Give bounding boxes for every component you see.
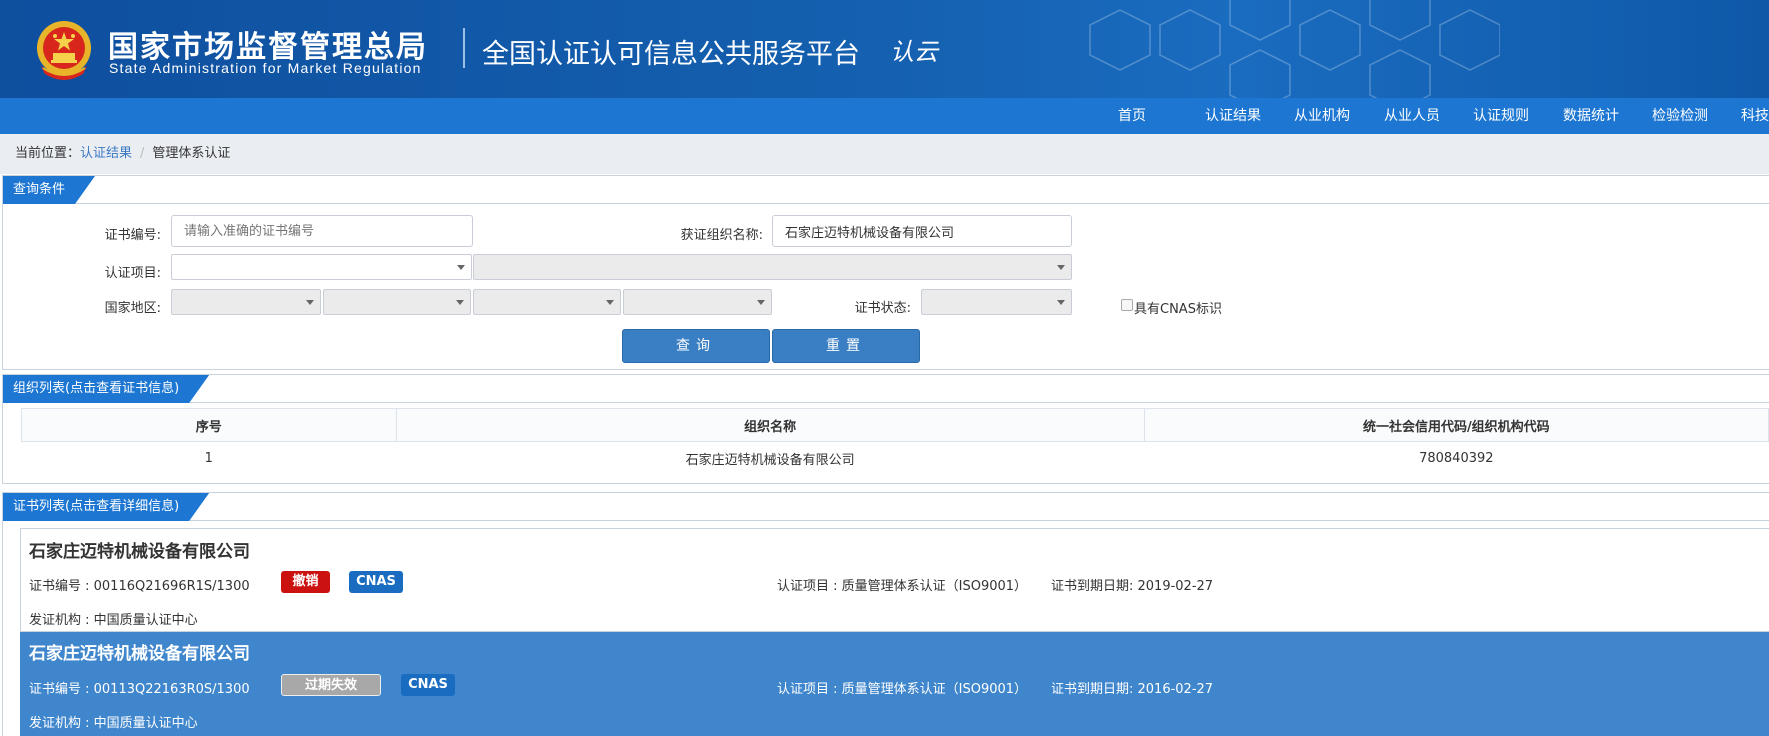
cert-project-label: 认证项目: — [104, 266, 161, 281]
cert-status-select[interactable] — [921, 289, 1072, 315]
chevron-down-icon — [456, 300, 464, 305]
org-list-panel-title: 组织列表(点击查看证书信息) — [3, 375, 209, 403]
cert-card[interactable]: 石家庄迈特机械设备有限公司 证书编号 : 00116Q21696R1S/1300… — [20, 528, 1769, 632]
national-emblem-icon — [37, 21, 91, 80]
org-list-panel-header: 组织列表(点击查看证书信息) — [3, 375, 1769, 403]
cnas-badge: CNAS — [401, 674, 455, 696]
platform-logo[interactable]: 认云 — [890, 32, 938, 67]
nav-item-testing[interactable]: 检验检测 — [1652, 98, 1708, 134]
chevron-down-icon — [757, 300, 765, 305]
status-badge-expired: 过期失效 — [281, 674, 381, 696]
cert-card-number: 证书编号 : 00113Q22163R0S/1300 — [29, 682, 250, 697]
org-list-panel: 组织列表(点击查看证书信息) 序号 组织名称 统一社会信用代码/组织机构代码 1… — [2, 374, 1769, 484]
cert-project-select[interactable] — [171, 254, 472, 280]
row-index: 1 — [21, 441, 397, 476]
chevron-down-icon — [457, 265, 465, 270]
reset-button[interactable]: 重置 — [772, 329, 920, 363]
cert-list-panel-title: 证书列表(点击查看详细信息) — [3, 493, 209, 521]
breadcrumb-link-cert-results[interactable]: 认证结果 — [80, 146, 132, 161]
region-label: 国家地区: — [104, 301, 161, 316]
cert-list-panel-header: 证书列表(点击查看详细信息) — [3, 493, 1769, 521]
chevron-down-icon — [606, 300, 614, 305]
nav-item-practitioners[interactable]: 从业人员 — [1384, 98, 1440, 134]
chevron-down-icon — [1057, 265, 1065, 270]
org-table-header-row: 序号 组织名称 统一社会信用代码/组织机构代码 — [21, 408, 1769, 442]
hexagon-pattern-icon — [1089, 0, 1500, 98]
search-button[interactable]: 查询 — [622, 329, 770, 363]
nav-item-statistics[interactable]: 数据统计 — [1563, 98, 1619, 134]
nav-item-cert-results[interactable]: 认证结果 — [1205, 98, 1261, 134]
column-header-credit-code: 统一社会信用代码/组织机构代码 — [1143, 408, 1769, 442]
platform-title: 全国认证认可信息公共服务平台 — [482, 39, 860, 70]
cert-card-expiry: 证书到期日期: 2016-02-27 — [1051, 682, 1214, 697]
region-country-select[interactable] — [171, 289, 321, 315]
cert-card-number: 证书编号 : 00116Q21696R1S/1300 — [29, 579, 250, 594]
row-org-name[interactable]: 石家庄迈特机械设备有限公司 — [396, 441, 1145, 476]
status-badge-revoked: 撤销 — [281, 571, 330, 593]
cert-card-issuer: 发证机构 : 中国质量认证中心 — [29, 716, 198, 731]
org-table: 序号 组织名称 统一社会信用代码/组织机构代码 1 石家庄迈特机械设备有限公司 … — [21, 408, 1769, 476]
region-district-select[interactable] — [623, 289, 772, 315]
region-province-select[interactable] — [323, 289, 471, 315]
column-header-index: 序号 — [21, 408, 397, 442]
cnas-badge: CNAS — [349, 571, 403, 593]
chevron-down-icon — [1057, 300, 1065, 305]
header-divider — [463, 28, 465, 68]
breadcrumb-prefix: 当前位置： — [15, 146, 81, 161]
org-name-en: State Administration for Market Regulati… — [109, 60, 422, 76]
cnas-checkbox-label: 具有CNAS标识 — [1134, 302, 1222, 317]
query-panel-header: 查询条件 — [3, 176, 1769, 204]
cert-no-input[interactable] — [171, 215, 473, 247]
chevron-down-icon — [306, 300, 314, 305]
cert-card-project: 认证项目 : 质量管理体系认证（ISO9001） — [777, 579, 1028, 594]
main-navbar: 首页 认证结果 从业机构 从业人员 认证规则 数据统计 检验检测 科技 — [0, 98, 1769, 134]
breadcrumb-current: 管理体系认证 — [152, 146, 231, 161]
row-credit-code: 780840392 — [1144, 441, 1769, 476]
cert-card-issuer: 发证机构 : 中国质量认证中心 — [29, 613, 198, 628]
cert-no-label: 证书编号: — [104, 228, 161, 243]
table-row[interactable]: 1 石家庄迈特机械设备有限公司 780840392 — [21, 441, 1769, 476]
cert-card-project: 认证项目 : 质量管理体系认证（ISO9001） — [777, 682, 1028, 697]
nav-item-cert-rules[interactable]: 认证规则 — [1473, 98, 1529, 134]
nav-item-institutions[interactable]: 从业机构 — [1294, 98, 1350, 134]
nav-item-tech[interactable]: 科技 — [1741, 98, 1769, 134]
cert-card-org: 石家庄迈特机械设备有限公司 — [29, 644, 250, 664]
cert-card-expiry: 证书到期日期: 2019-02-27 — [1051, 579, 1214, 594]
org-name-label: 获证组织名称: — [680, 228, 763, 243]
site-header: 国家市场监督管理总局 State Administration for Mark… — [0, 0, 1769, 98]
breadcrumb-separator: / — [140, 146, 145, 161]
query-panel: 查询条件 证书编号: 获证组织名称: 认证项目: 国家地区: 证书状态: 具有C… — [2, 175, 1769, 370]
cert-card-org: 石家庄迈特机械设备有限公司 — [29, 542, 250, 562]
nav-item-home[interactable]: 首页 — [1118, 98, 1146, 134]
query-panel-title: 查询条件 — [3, 176, 95, 204]
cert-subproject-select[interactable] — [473, 254, 1072, 280]
cert-status-label: 证书状态: — [854, 301, 911, 316]
cert-card-selected[interactable]: 石家庄迈特机械设备有限公司 证书编号 : 00113Q22163R0S/1300… — [20, 632, 1769, 736]
org-name-input[interactable] — [772, 215, 1072, 247]
cnas-checkbox[interactable] — [1121, 299, 1133, 311]
breadcrumb: 当前位置：认证结果 / 管理体系认证 — [0, 134, 1769, 174]
region-city-select[interactable] — [473, 289, 621, 315]
column-header-org-name: 组织名称 — [395, 408, 1145, 442]
